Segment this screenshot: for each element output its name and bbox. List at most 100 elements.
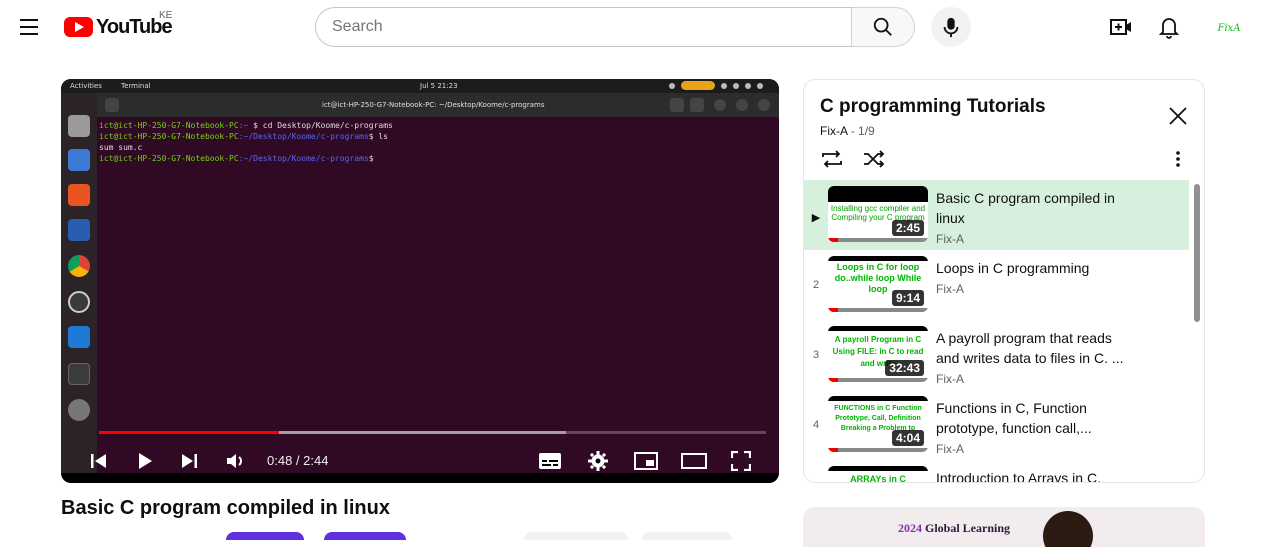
terminal-menu-icon <box>690 98 704 112</box>
playlist-items: ▶ Installing gcc compiler and Compiling … <box>804 180 1189 482</box>
playlist-item[interactable]: 2 Loops in C for loop do..while loop Whi… <box>804 250 1189 320</box>
new-tab-icon <box>105 98 119 112</box>
search-button[interactable] <box>851 7 915 47</box>
video-player[interactable]: Activities Terminal Jul 5 21:23 ict@ict-… <box>61 79 779 483</box>
playlist-channel[interactable]: Fix-A <box>820 124 847 138</box>
os-tray <box>669 81 763 90</box>
loop-icon <box>822 150 842 168</box>
playlist-item[interactable]: 5 ARRAYs in C Introduction to Arrays in … <box>804 460 1189 482</box>
subtitles-icon <box>539 453 561 469</box>
playlist-item[interactable]: ▶ Installing gcc compiler and Compiling … <box>804 180 1189 250</box>
previous-icon <box>91 454 106 468</box>
terminal-line: ict@ict-HP-250-G7-Notebook-PC:~/Desktop/… <box>99 132 388 141</box>
os-topbar: Activities Terminal Jul 5 21:23 <box>61 79 779 93</box>
writer-icon <box>68 149 90 171</box>
files-icon <box>68 115 90 137</box>
terminal-line: ict@ict-HP-250-G7-Notebook-PC:~/Desktop/… <box>99 154 374 163</box>
playlist-position: 1/9 <box>858 124 875 138</box>
youtube-play-icon <box>64 17 93 37</box>
create-video-icon <box>1110 19 1131 35</box>
video-thumbnail[interactable]: Loops in C for loop do..while loop While… <box>828 256 928 312</box>
gear-icon <box>588 451 608 471</box>
vscode-icon <box>68 326 90 348</box>
time-display: 0:48 / 2:44 <box>267 453 329 468</box>
playlist-separator: - <box>850 124 859 138</box>
obs-icon <box>68 291 90 313</box>
video-title: Basic C program compiled in linux <box>61 497 390 519</box>
playlist-item-title[interactable]: Introduction to Arrays in C, <box>936 468 1136 482</box>
video-thumbnail[interactable]: ARRAYs in C <box>828 466 928 482</box>
close-playlist-button[interactable] <box>1164 102 1192 130</box>
like-button[interactable] <box>524 532 628 540</box>
search-icon <box>873 17 892 36</box>
ad-banner[interactable]: 2024 Global Learning <box>803 507 1205 547</box>
playlist-title[interactable]: C programming Tutorials <box>820 96 1046 118</box>
play-icon <box>139 453 152 469</box>
playlist-more-button[interactable] <box>1168 146 1188 172</box>
playlist-item[interactable]: 4 FUNCTIONS in C Function Prototype, Cal… <box>804 390 1189 460</box>
settings-app-icon <box>68 399 90 421</box>
miniplayer-button[interactable] <box>630 445 662 477</box>
playlist-meta: Fix-A - 1/9 <box>820 124 875 138</box>
playlist-item-channel: Fix-A <box>936 282 964 296</box>
voice-search-button[interactable] <box>931 7 971 47</box>
progress-bar[interactable] <box>99 431 766 434</box>
next-icon <box>182 454 197 468</box>
playlist-scrollbar[interactable] <box>1194 184 1200 322</box>
video-thumbnail[interactable]: FUNCTIONS in C Function Prototype, Call,… <box>828 396 928 452</box>
player-controls: 0:48 / 2:44 <box>61 441 779 481</box>
tray-icon <box>757 82 763 89</box>
terminal-line: ict@ict-HP-250-G7-Notebook-PC:~ $ cd Des… <box>99 121 393 130</box>
masthead: YouTube KE FixA <box>0 0 1270 56</box>
subscribe-button[interactable] <box>226 532 304 540</box>
next-button[interactable] <box>173 445 205 477</box>
duration-badge: 4:04 <box>891 430 924 446</box>
tray-indicator <box>681 81 715 90</box>
terminal-window: ict@ict-HP-250-G7-Notebook-PC: ~/Desktop… <box>97 93 779 473</box>
more-vert-icon <box>1176 151 1180 167</box>
search-input[interactable] <box>332 18 851 36</box>
word-icon <box>68 219 90 241</box>
share-button[interactable] <box>642 532 732 540</box>
loop-playlist-button[interactable] <box>818 146 846 172</box>
play-button[interactable] <box>129 445 161 477</box>
playlist-item-index: 3 <box>812 349 820 361</box>
create-button[interactable] <box>1104 10 1138 44</box>
playlist-item-title[interactable]: Basic C program compiled in linux <box>936 188 1136 228</box>
miniplayer-icon <box>634 452 658 470</box>
ad-image <box>1043 511 1093 547</box>
video-thumbnail[interactable]: Installing gcc compiler and Compiling yo… <box>828 186 928 242</box>
search-box[interactable] <box>315 7 851 47</box>
theater-mode-button[interactable] <box>678 445 710 477</box>
notifications-button[interactable] <box>1152 10 1186 44</box>
close-window-icon <box>758 99 770 111</box>
tray-icon <box>721 82 727 89</box>
mute-button[interactable] <box>220 445 252 477</box>
avatar-text: FixA <box>1217 22 1241 34</box>
subtitles-button[interactable] <box>534 445 566 477</box>
fullscreen-button[interactable] <box>725 445 757 477</box>
tray-icon <box>733 82 739 89</box>
tray-icon <box>745 82 751 89</box>
menu-icon[interactable] <box>16 12 42 42</box>
playlist-item-title[interactable]: Loops in C programming <box>936 258 1136 278</box>
youtube-logo[interactable]: YouTube <box>64 14 173 40</box>
playlist-item[interactable]: 3 A payroll Program in C Using FILE: in … <box>804 320 1189 390</box>
settings-button[interactable] <box>582 445 614 477</box>
ad-headline: 2024 Global Learning <box>898 521 1011 535</box>
video-thumbnail[interactable]: A payroll Program in C Using FILE: in C … <box>828 326 928 382</box>
theater-icon <box>681 453 707 469</box>
terminal-line: sum sum.c <box>99 143 143 152</box>
playlist-item-title[interactable]: Functions in C, Function prototype, func… <box>936 398 1136 438</box>
playlist-item-title[interactable]: A payroll program that reads and writes … <box>936 328 1136 368</box>
join-button[interactable] <box>324 532 406 540</box>
playlist-item-index: 2 <box>812 279 820 291</box>
os-clock: Jul 5 21:23 <box>420 82 458 90</box>
bell-icon <box>1158 18 1180 39</box>
avatar[interactable]: FixA <box>1214 13 1244 43</box>
previous-button[interactable] <box>83 445 115 477</box>
software-icon <box>68 184 90 206</box>
close-icon <box>1169 107 1187 125</box>
minimize-icon <box>714 99 726 111</box>
shuffle-playlist-button[interactable] <box>860 146 888 172</box>
